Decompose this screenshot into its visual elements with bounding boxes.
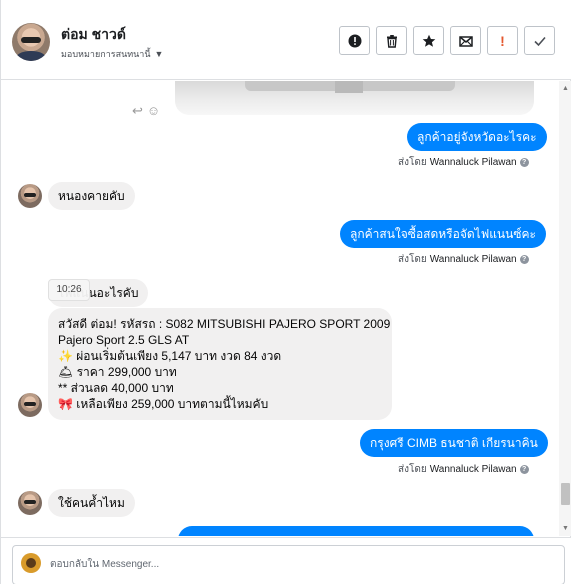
car-logo	[335, 81, 363, 93]
block-button[interactable]	[339, 26, 370, 55]
contact-avatar[interactable]	[12, 23, 50, 61]
sender-name: Wannaluck Pilawan	[429, 157, 517, 168]
exclamation-icon: !	[500, 32, 505, 49]
page-avatar	[21, 553, 41, 573]
sent-by-prefix: ส่งโดย	[398, 157, 427, 168]
contact-avatar-small[interactable]	[18, 184, 42, 208]
avatar-glasses	[24, 402, 36, 406]
sent-by-prefix: ส่งโดย	[398, 254, 427, 265]
star-button[interactable]	[413, 26, 444, 55]
message-line: 🎀 เหลือเพียง 259,000 บาทตามนี้ไหมคับ	[58, 397, 269, 411]
outgoing-message[interactable]: ลูกค้าอยู่จังหวัดอะไรคะ	[407, 123, 547, 151]
info-icon[interactable]: ?	[519, 255, 529, 264]
conversation-actions: !	[339, 26, 555, 55]
composer-box[interactable]	[12, 545, 565, 584]
contact-name[interactable]: ต่อม ชาวด์	[61, 24, 126, 46]
contact-avatar-small[interactable]	[18, 393, 42, 417]
conversation-header: ต่อม ชาวด์ มอบหมายการสนทนานี้ ▼ !	[1, 0, 571, 80]
sent-by-prefix: ส่งโดย	[398, 464, 427, 475]
timestamp-tooltip: 10:26	[48, 279, 90, 301]
avatar-glasses	[21, 37, 41, 43]
info-icon[interactable]: ?	[519, 465, 529, 474]
chevron-down-icon: ▼	[154, 49, 164, 59]
message-line: สวัสดี ต่อม! รหัสรถ : S082 MITSUBISHI PA…	[58, 317, 391, 331]
message-thread[interactable]: ↩ ☺ ลูกค้าอยู่จังหวัดอะไรคะ ส่งโดย Wanna…	[1, 81, 559, 536]
message-line: Pajero Sport 2.5 GLS AT	[58, 333, 190, 347]
scroll-thumb[interactable]	[561, 483, 570, 505]
incoming-message-long[interactable]: สวัสดี ต่อม! รหัสรถ : S082 MITSUBISHI PA…	[48, 308, 392, 420]
sent-by-label: ส่งโดย Wannaluck Pilawan ?	[398, 462, 529, 477]
check-icon	[533, 36, 546, 46]
sender-name: Wannaluck Pilawan	[429, 464, 517, 475]
assign-conversation-dropdown[interactable]: มอบหมายการสนทนานี้ ▼	[61, 47, 163, 61]
avatar-shirt	[16, 51, 46, 61]
trash-icon	[386, 34, 397, 48]
info-icon[interactable]: ?	[519, 158, 529, 167]
done-button[interactable]	[524, 26, 555, 55]
composer	[1, 537, 571, 584]
message-actions: ↩ ☺	[132, 103, 160, 119]
spam-button[interactable]: !	[487, 26, 518, 55]
thread-scrollbar[interactable]: ▲ ▼	[559, 81, 571, 536]
scroll-up-arrow-icon[interactable]: ▲	[562, 85, 569, 92]
sender-name: Wannaluck Pilawan	[429, 254, 517, 265]
scroll-down-arrow-icon[interactable]: ▼	[562, 525, 569, 532]
messenger-conversation-panel: ต่อม ชาวด์ มอบหมายการสนทนานี้ ▼ ! ↩ ☺ ลู…	[0, 0, 571, 584]
sent-by-label: ส่งโดย Wannaluck Pilawan ?	[398, 252, 529, 267]
reply-input[interactable]	[50, 556, 530, 572]
incoming-message[interactable]: หนองคายคับ	[48, 182, 135, 210]
delete-button[interactable]	[376, 26, 407, 55]
outgoing-message[interactable]: กรุงศรี CIMB ธนชาติ เกียรนาคิน	[360, 429, 548, 457]
envelope-icon	[458, 35, 473, 47]
react-smiley-icon[interactable]: ☺	[147, 103, 160, 119]
car-photo-attachment[interactable]	[175, 81, 534, 115]
outgoing-message-partial[interactable]	[178, 526, 534, 536]
page-avatar-face	[26, 558, 36, 568]
sent-by-label: ส่งโดย Wannaluck Pilawan ?	[398, 155, 529, 170]
contact-avatar-small[interactable]	[18, 491, 42, 515]
avatar-glasses	[24, 500, 36, 504]
star-icon	[422, 34, 435, 47]
avatar-glasses	[24, 193, 36, 197]
message-line: 🛎 ราคา 299,000 บาท	[58, 365, 177, 379]
message-line: ✨ ผ่อนเริ่มต้นเพียง 5,147 บาท งวด 84 งวด	[58, 349, 282, 363]
outgoing-message[interactable]: ลูกค้าสนใจซื้อสดหรือจัดไฟแนนซ์คะ	[340, 220, 546, 248]
message-line: ** ส่วนลด 40,000 บาท	[58, 381, 174, 395]
alert-circle-icon	[348, 34, 361, 47]
mark-unread-button[interactable]	[450, 26, 481, 55]
reply-icon[interactable]: ↩	[132, 103, 143, 119]
assign-label: มอบหมายการสนทนานี้	[61, 49, 151, 59]
incoming-message[interactable]: ใช้คนค้ำไหม	[48, 489, 135, 517]
